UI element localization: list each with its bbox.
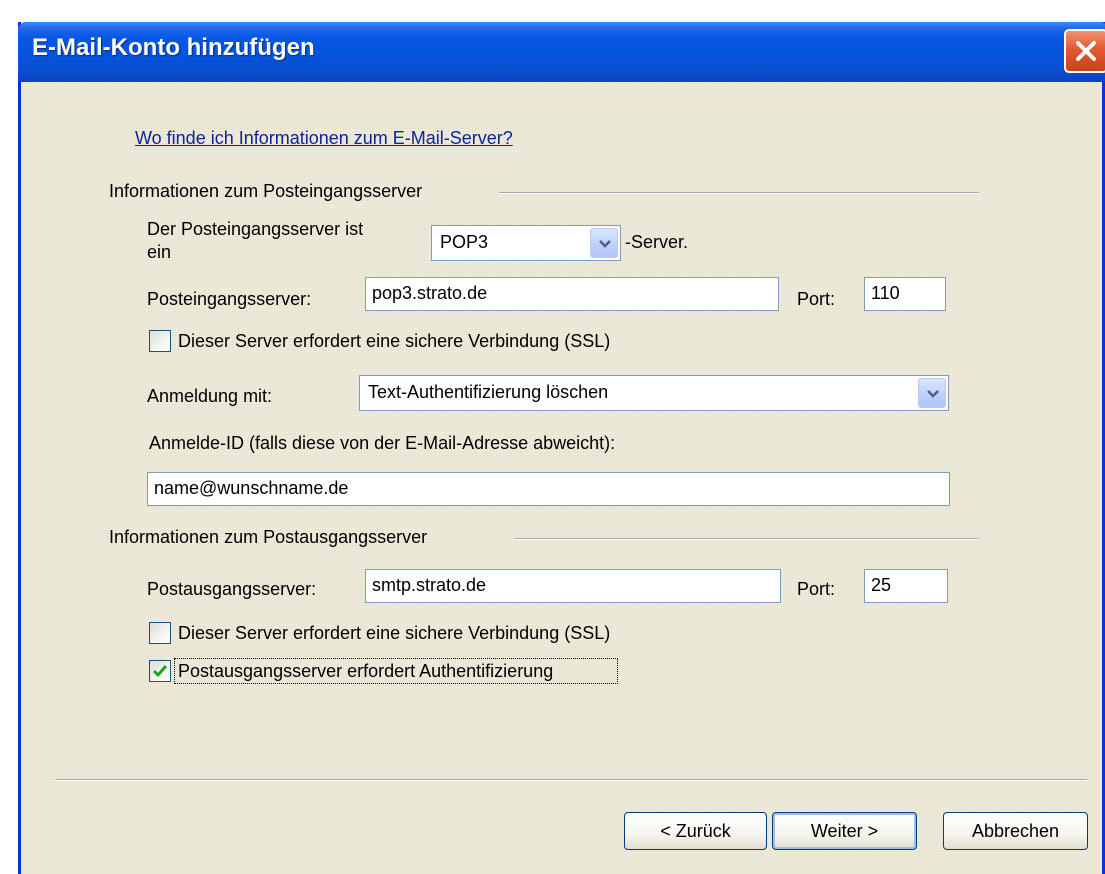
chevron-down-icon [599, 240, 611, 248]
incoming-ssl-label[interactable]: Dieser Server erfordert eine sichere Ver… [178, 331, 610, 352]
login-method-dropdown-button[interactable] [918, 378, 946, 408]
server-type-dropdown-button[interactable] [590, 228, 618, 258]
outgoing-ssl-label[interactable]: Dieser Server erfordert eine sichere Ver… [178, 623, 610, 644]
checkmark-icon [152, 665, 168, 678]
outgoing-server-input[interactable]: smtp.strato.de [365, 569, 781, 603]
back-button[interactable]: < Zurück [624, 812, 767, 850]
close-button[interactable] [1064, 29, 1105, 73]
close-icon [1076, 41, 1096, 61]
dialog-content: Wo finde ich Informationen zum E-Mail-Se… [21, 82, 1102, 874]
add-email-account-dialog: E-Mail-Konto hinzufügen Wo finde ich Inf… [18, 22, 1105, 874]
login-method-value: Text-Authentifizierung löschen [368, 382, 609, 402]
help-link[interactable]: Wo finde ich Informationen zum E-Mail-Se… [135, 128, 513, 149]
cancel-button[interactable]: Abbrechen [943, 812, 1088, 850]
chevron-down-icon [927, 390, 939, 398]
incoming-server-input[interactable]: pop3.strato.de [365, 277, 779, 311]
outgoing-group-title: Informationen zum Postausgangsserver [109, 527, 428, 547]
server-type-select[interactable]: POP3 [431, 225, 621, 261]
title-bar[interactable]: E-Mail-Konto hinzufügen [18, 22, 1105, 82]
server-type-value: POP3 [440, 232, 489, 252]
incoming-port-label: Port: [797, 289, 836, 309]
login-method-select[interactable]: Text-Authentifizierung löschen [359, 375, 949, 411]
incoming-ssl-checkbox[interactable] [149, 330, 171, 352]
next-button[interactable]: Weiter > [772, 812, 917, 850]
login-id-input[interactable]: name@wunschname.de [147, 472, 950, 506]
window-title: E-Mail-Konto hinzufügen [32, 34, 315, 61]
incoming-server-label: Posteingangsserver: [147, 289, 312, 309]
incoming-port-input[interactable]: 110 [864, 277, 946, 311]
outgoing-port-input[interactable]: 25 [864, 569, 948, 603]
outgoing-port-label: Port: [797, 579, 836, 599]
footer-divider [55, 779, 1087, 781]
login-id-label: Anmelde-ID (falls diese von der E-Mail-A… [149, 433, 616, 453]
outgoing-server-label: Postausgangsserver: [147, 579, 317, 599]
login-method-label: Anmeldung mit: [147, 386, 273, 406]
outgoing-auth-checkbox[interactable] [149, 660, 171, 682]
incoming-group-divider [499, 192, 979, 194]
outgoing-auth-label[interactable]: Postausgangsserver erfordert Authentifiz… [178, 661, 553, 682]
server-type-label-line1: Der Posteingangsserver ist [147, 219, 364, 239]
server-type-label-line2: ein [147, 242, 172, 262]
server-type-suffix: -Server. [625, 232, 689, 252]
outgoing-group-divider [515, 538, 979, 540]
incoming-group-title: Informationen zum Posteingangsserver [109, 181, 423, 201]
outgoing-ssl-checkbox[interactable] [149, 622, 171, 644]
